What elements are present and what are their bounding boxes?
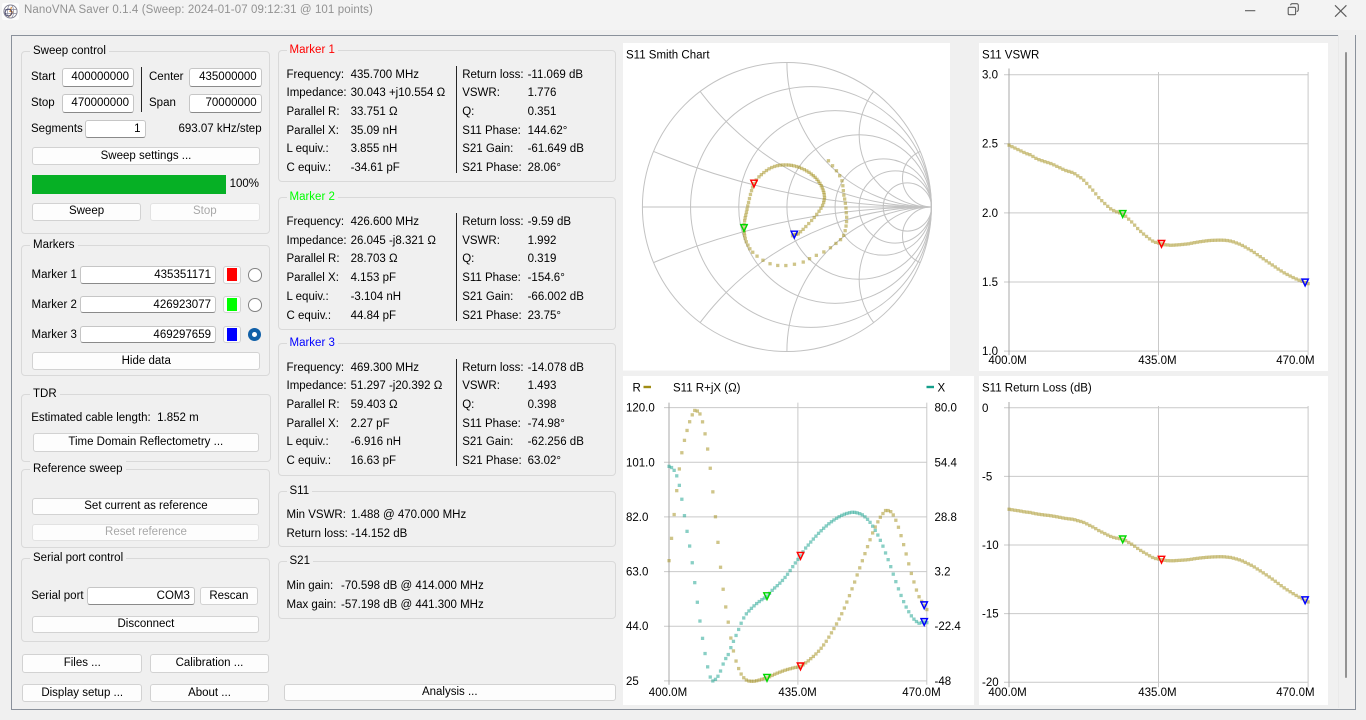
svg-text:S11 VSWR: S11 VSWR [982, 50, 1039, 62]
svg-text:-5: -5 [982, 471, 992, 483]
svg-text:120.0: 120.0 [626, 402, 655, 414]
svg-text:44.0: 44.0 [626, 621, 648, 633]
svg-text:2.5: 2.5 [982, 139, 998, 151]
svg-text:400.0M: 400.0M [649, 687, 687, 699]
svg-text:470.0M: 470.0M [902, 687, 940, 699]
svg-text:3.2: 3.2 [935, 566, 951, 578]
svg-text:63.0: 63.0 [626, 566, 648, 578]
svg-text:S11 Smith Chart: S11 Smith Chart [626, 50, 710, 62]
svg-text:435.0M: 435.0M [1138, 355, 1176, 367]
svg-text:470.0M: 470.0M [1276, 687, 1314, 699]
svg-text:82.0: 82.0 [626, 511, 648, 523]
svg-text:2.0: 2.0 [982, 208, 998, 220]
svg-text:R: R [633, 382, 641, 394]
svg-text:-10: -10 [982, 540, 999, 552]
svg-text:3.0: 3.0 [982, 70, 998, 82]
svg-text:S11 Return Loss (dB): S11 Return Loss (dB) [982, 382, 1092, 394]
svg-text:435.0M: 435.0M [1138, 687, 1176, 699]
svg-text:54.4: 54.4 [935, 457, 958, 469]
svg-text:80.0: 80.0 [935, 402, 957, 414]
svg-text:28.8: 28.8 [935, 511, 957, 523]
svg-text:400.0M: 400.0M [988, 355, 1026, 367]
svg-text:25: 25 [626, 675, 639, 687]
svg-text:X: X [938, 382, 946, 394]
svg-text:S11 R+jX (Ω): S11 R+jX (Ω) [673, 382, 741, 394]
svg-text:470.0M: 470.0M [1276, 355, 1314, 367]
svg-text:435.0M: 435.0M [778, 687, 816, 699]
svg-text:0: 0 [982, 402, 988, 414]
svg-text:-22.4: -22.4 [935, 621, 962, 633]
svg-text:-15: -15 [982, 608, 999, 620]
svg-text:400.0M: 400.0M [988, 687, 1026, 699]
svg-text:1.5: 1.5 [982, 277, 998, 289]
svg-text:101.0: 101.0 [626, 457, 655, 469]
